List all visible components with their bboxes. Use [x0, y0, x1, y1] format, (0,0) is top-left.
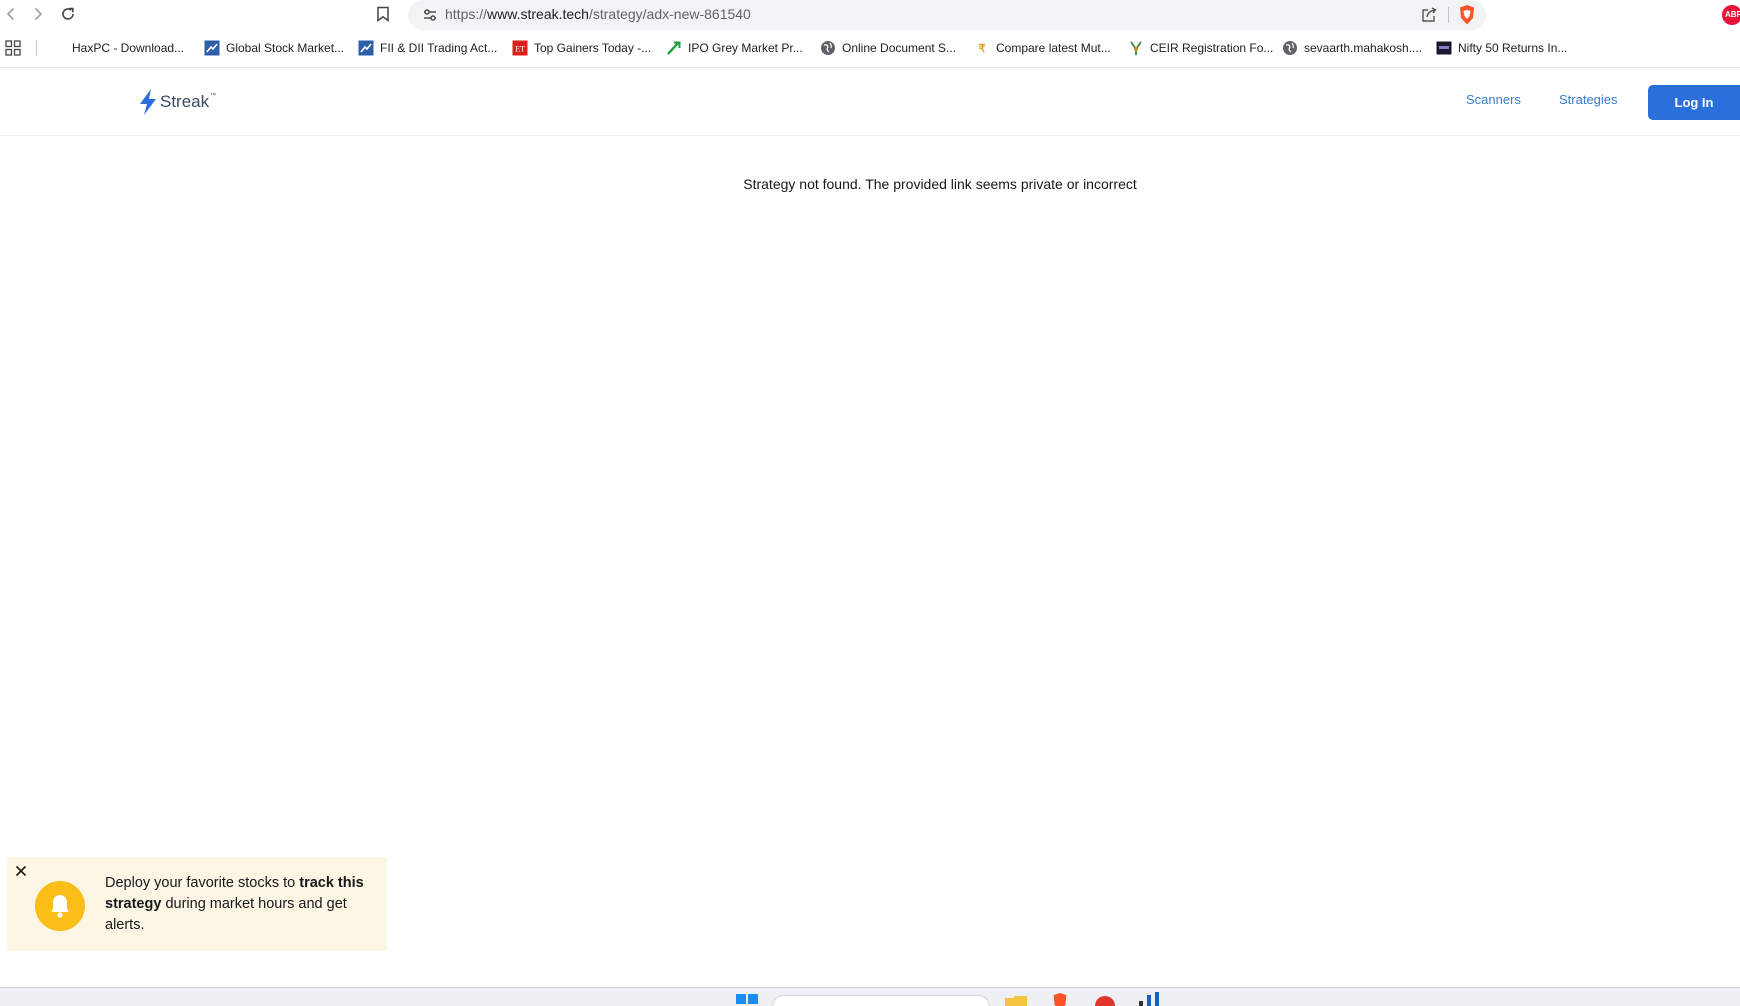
share-icon[interactable]	[1420, 6, 1438, 24]
toast-close-button[interactable]	[13, 863, 29, 879]
chevron-left-icon	[6, 7, 15, 21]
toast-message: Deploy your favorite stocks to track thi…	[105, 875, 364, 933]
bookmark-label: Top Gainers Today -...	[534, 41, 652, 55]
bookmark-item[interactable]: ET Top Gainers Today -...	[512, 34, 651, 62]
os-taskbar	[0, 987, 1740, 1006]
streak-logo[interactable]: Streak ™	[137, 88, 216, 116]
app-taskbar-icon[interactable]	[1093, 994, 1117, 1006]
bookmark-item[interactable]: Online Document S...	[820, 34, 956, 62]
chart-favicon	[204, 40, 220, 56]
strategy-not-found-message: Strategy not found. The provided link se…	[743, 176, 1137, 192]
globe-icon	[820, 40, 836, 56]
adblock-extension-icon[interactable]: ABP	[1722, 5, 1740, 25]
bookmark-label: Compare latest Mut...	[996, 41, 1111, 55]
url-text: https://www.streak.tech/strategy/adx-new…	[445, 6, 751, 22]
deploy-alert-toast: Deploy your favorite stocks to track thi…	[7, 857, 387, 951]
bookmark-item[interactable]: IPO Grey Market Pr...	[666, 34, 803, 62]
bookmark-item[interactable]: Nifty 50 Returns In...	[1436, 34, 1567, 62]
back-button[interactable]	[0, 3, 22, 25]
svg-text:ET: ET	[515, 45, 525, 54]
chart-taskbar-icon[interactable]	[1137, 991, 1165, 1006]
bookmark-item[interactable]: CEIR Registration Fo...	[1128, 34, 1273, 62]
bookmark-page-button[interactable]	[372, 3, 394, 25]
bookmark-item[interactable]: HaxPC - Download...	[72, 34, 184, 62]
nav-strategies-link[interactable]: Strategies	[1559, 92, 1618, 107]
bookmark-item[interactable]: Global Stock Market...	[204, 34, 344, 62]
login-button[interactable]: Log In	[1648, 85, 1740, 120]
emblem-favicon	[1128, 40, 1144, 56]
omnibox-divider	[1448, 7, 1449, 23]
bookmark-item[interactable]: sevaarth.mahakosh....	[1282, 34, 1422, 62]
reload-button[interactable]	[57, 3, 79, 25]
browser-toolbar: https://www.streak.tech/strategy/adx-new…	[0, 0, 1740, 30]
brave-taskbar-icon[interactable]	[1050, 992, 1070, 1006]
lightning-bolt-icon	[140, 89, 156, 115]
chevron-right-icon	[34, 7, 43, 21]
reload-icon	[62, 7, 74, 20]
address-bar[interactable]: https://www.streak.tech/strategy/adx-new…	[408, 0, 1486, 30]
globe-icon	[1282, 40, 1298, 56]
bell-icon	[51, 895, 69, 918]
bookmark-label: Nifty 50 Returns In...	[1458, 41, 1568, 55]
bookmark-label: sevaarth.mahakosh....	[1304, 41, 1423, 55]
bookmark-label: HaxPC - Download...	[72, 41, 185, 55]
file-explorer-icon[interactable]	[1004, 994, 1028, 1006]
site-header: Streak ™ Scanners Strategies Log In	[0, 68, 1740, 136]
bookmark-label: CEIR Registration Fo...	[1150, 41, 1274, 55]
bookmark-item[interactable]: ₹ Compare latest Mut...	[974, 34, 1111, 62]
arrow-favicon	[666, 40, 682, 56]
forward-button[interactable]	[27, 3, 49, 25]
brand-name: Streak	[160, 92, 210, 111]
bookmark-label: Global Stock Market...	[226, 41, 345, 55]
bookmark-icon	[377, 6, 389, 22]
et-favicon: ET	[512, 40, 528, 56]
svg-text:₹: ₹	[979, 43, 986, 55]
brave-shield-icon[interactable]	[1457, 4, 1477, 26]
coin-favicon: ₹	[974, 40, 990, 56]
windows-start-icon[interactable]	[736, 994, 758, 1006]
chart-favicon	[358, 40, 374, 56]
nav-scanners-link[interactable]: Scanners	[1466, 92, 1521, 107]
dark-favicon	[1436, 40, 1452, 56]
close-icon	[15, 865, 27, 877]
bell-badge	[35, 881, 85, 931]
taskbar-search-box[interactable]	[772, 995, 990, 1006]
site-settings-icon[interactable]	[422, 7, 438, 23]
bookmarks-divider	[36, 40, 37, 56]
bookmark-label: IPO Grey Market Pr...	[688, 41, 803, 55]
apps-grid-icon[interactable]	[5, 40, 21, 56]
bookmark-label: FII & DII Trading Act...	[380, 41, 498, 55]
brand-trademark: ™	[210, 93, 217, 99]
bookmarks-bar: HaxPC - Download... Global Stock Market.…	[0, 34, 1740, 62]
bookmark-label: Online Document S...	[842, 41, 957, 55]
bookmark-item[interactable]: FII & DII Trading Act...	[358, 34, 497, 62]
